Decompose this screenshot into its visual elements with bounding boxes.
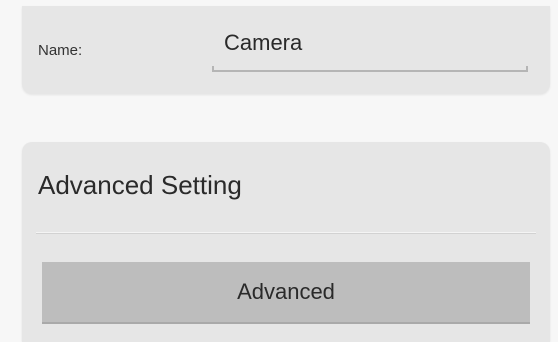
advanced-setting-title: Advanced Setting	[38, 170, 242, 200]
name-input-underline	[212, 66, 528, 72]
divider	[36, 232, 536, 234]
name-label: Name:	[38, 42, 83, 59]
advanced-setting-card: Advanced Setting Advanced	[22, 142, 550, 342]
name-card: Name: Camera	[22, 6, 550, 94]
advanced-button[interactable]: Advanced	[42, 262, 530, 324]
name-input[interactable]: Camera	[224, 30, 302, 56]
